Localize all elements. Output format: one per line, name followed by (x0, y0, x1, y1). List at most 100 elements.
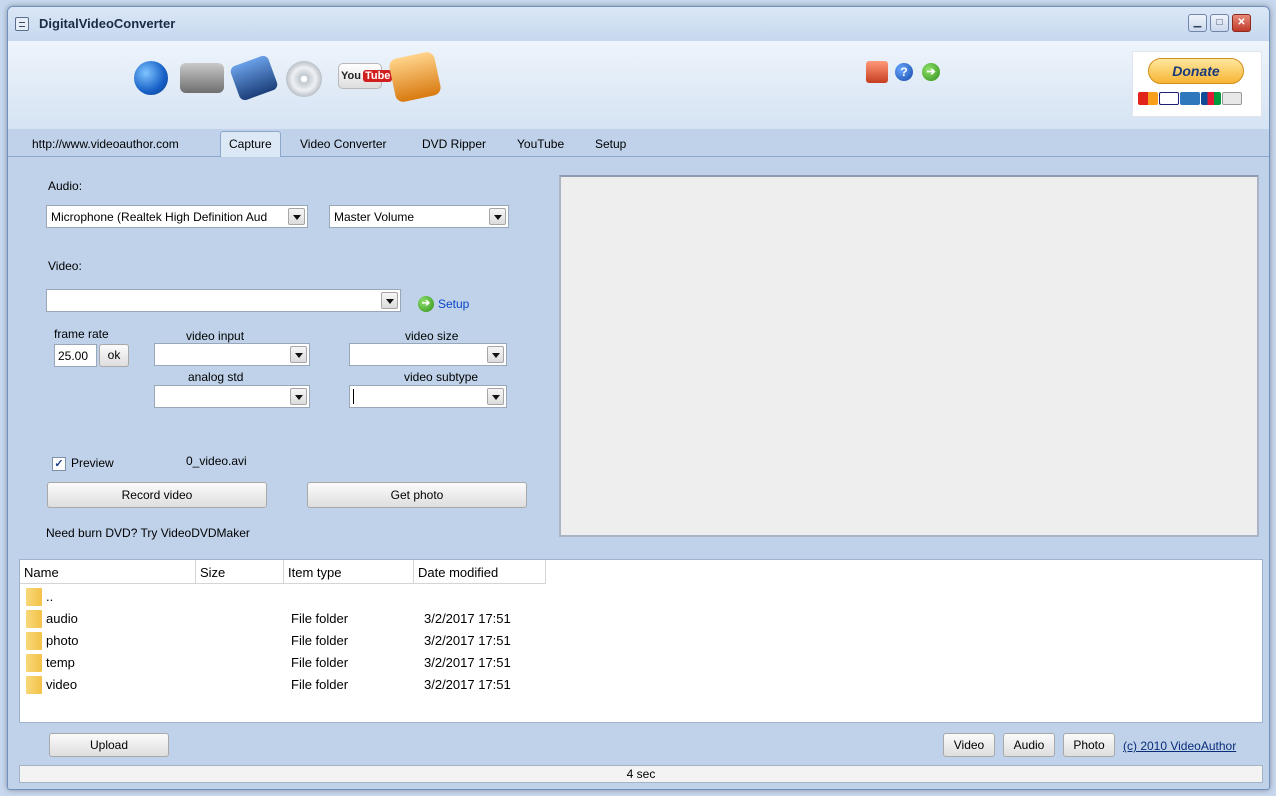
amex-icon (1180, 92, 1200, 105)
chevron-down-icon[interactable] (487, 388, 504, 405)
file-name: .. (46, 589, 54, 604)
youtube-icon[interactable]: You Tube (338, 63, 393, 89)
record-video-button[interactable]: Record video (47, 482, 267, 508)
tab-dvd-ripper[interactable]: DVD Ripper (422, 137, 486, 151)
home-icon[interactable] (866, 61, 888, 83)
chevron-down-icon[interactable] (489, 208, 506, 225)
donate-panel: Donate (1132, 51, 1262, 117)
folder-icon (26, 610, 42, 628)
youtube-tube-text: Tube (362, 70, 393, 82)
file-name: audio (46, 611, 78, 626)
setup-link-label: Setup (438, 297, 470, 311)
frame-rate-ok-button[interactable]: ok (99, 344, 129, 367)
tab-video-converter[interactable]: Video Converter (300, 137, 387, 151)
file-date: 3/2/2017 17:51 (424, 611, 511, 626)
frame-rate-input[interactable]: 25.00 (54, 344, 97, 367)
chevron-down-icon[interactable] (290, 388, 307, 405)
visa-icon (1159, 92, 1179, 105)
filter-photo-button[interactable]: Photo (1063, 733, 1115, 757)
video-subtype-select[interactable] (349, 385, 507, 408)
copyright-link[interactable]: (c) 2010 VideoAuthor (1123, 739, 1236, 753)
file-name: video (46, 677, 78, 692)
table-row[interactable]: photo File folder 3/2/2017 17:51 (20, 630, 1262, 652)
frame-rate-label: frame rate (54, 327, 109, 341)
column-header-item-type[interactable]: Item type (284, 560, 414, 584)
table-row[interactable]: video File folder 3/2/2017 17:51 (20, 674, 1262, 696)
video-preview-area (559, 175, 1259, 537)
title-bar: DigitalVideoConverter ▁ □ ✕ (8, 7, 1269, 41)
file-type: File folder (291, 633, 349, 648)
video-label: Video: (48, 259, 82, 273)
donate-button[interactable]: Donate (1148, 58, 1244, 84)
globe-icon[interactable] (134, 61, 168, 95)
mastercard-icon (1138, 92, 1158, 105)
video-camera-icon[interactable] (180, 63, 224, 93)
audio-device-select[interactable]: Microphone (Realtek High Definition Aud (46, 205, 308, 228)
file-type: File folder (291, 677, 349, 692)
analog-std-select[interactable] (154, 385, 310, 408)
file-type: File folder (291, 655, 349, 670)
help-icon[interactable]: ? (895, 63, 913, 81)
output-filename: 0_video.avi (186, 454, 247, 468)
analog-std-label: analog std (188, 370, 244, 384)
toolbar-banner: You Tube ? ➔ Donate (8, 41, 1269, 129)
tab-capture[interactable]: Capture (220, 131, 281, 157)
next-icon[interactable]: ➔ (922, 63, 940, 81)
app-window: DigitalVideoConverter ▁ □ ✕ You Tube ? ➔ … (7, 6, 1270, 790)
file-type: File folder (291, 611, 349, 626)
chevron-down-icon[interactable] (381, 292, 398, 309)
tab-bar: http://www.videoauthor.com Capture Video… (8, 129, 1269, 157)
status-bar: 4 sec (19, 765, 1263, 783)
filter-audio-button[interactable]: Audio (1003, 733, 1055, 757)
video-subtype-label: video subtype (404, 370, 479, 384)
maximize-button[interactable]: □ (1210, 14, 1229, 32)
app-menu-icon[interactable] (15, 17, 29, 31)
audio-mixer-select[interactable]: Master Volume (329, 205, 509, 228)
youtube-you-text: You (341, 70, 361, 82)
convert-icon[interactable] (387, 50, 443, 104)
audio-device-value: Microphone (Realtek High Definition Aud (51, 210, 268, 224)
payment-cards (1138, 92, 1258, 106)
file-name: photo (46, 633, 79, 648)
video-input-select[interactable] (154, 343, 310, 366)
folder-icon (26, 654, 42, 672)
folder-icon (26, 588, 42, 606)
tab-youtube[interactable]: YouTube (517, 137, 564, 151)
video-input-label: video input (186, 329, 245, 343)
jcb-icon (1201, 92, 1221, 105)
burn-dvd-hint[interactable]: Need burn DVD? Try VideoDVDMaker (46, 526, 250, 540)
audio-label: Audio: (48, 179, 83, 193)
tab-setup[interactable]: Setup (595, 137, 626, 151)
file-date: 3/2/2017 17:51 (424, 655, 511, 670)
filter-video-button[interactable]: Video (943, 733, 995, 757)
video-device-select[interactable] (46, 289, 401, 312)
column-header-size[interactable]: Size (196, 560, 284, 584)
chevron-down-icon[interactable] (288, 208, 305, 225)
disc-icon[interactable] (286, 61, 322, 97)
preview-checkbox[interactable]: ✓ (52, 457, 66, 471)
video-size-select[interactable] (349, 343, 507, 366)
upload-button[interactable]: Upload (49, 733, 169, 757)
minimize-button[interactable]: ▁ (1188, 14, 1207, 32)
tab-website[interactable]: http://www.videoauthor.com (32, 137, 179, 151)
film-icon[interactable] (229, 54, 279, 102)
chevron-down-icon[interactable] (290, 346, 307, 363)
folder-icon (26, 632, 42, 650)
file-name: temp (46, 655, 75, 670)
close-button[interactable]: ✕ (1232, 14, 1251, 32)
table-row[interactable]: .. (20, 586, 1262, 608)
folder-icon (26, 676, 42, 694)
column-header-date-modified[interactable]: Date modified (414, 560, 546, 584)
table-row[interactable]: audio File folder 3/2/2017 17:51 (20, 608, 1262, 630)
file-date: 3/2/2017 17:51 (424, 677, 511, 692)
arrow-right-icon: ➔ (418, 296, 434, 312)
video-size-label: video size (405, 329, 459, 343)
window-title: DigitalVideoConverter (39, 16, 176, 31)
bank-icon (1222, 92, 1242, 105)
column-header-name[interactable]: Name (20, 560, 196, 584)
file-list[interactable]: Name Size Item type Date modified .. aud… (19, 559, 1263, 723)
file-date: 3/2/2017 17:51 (424, 633, 511, 648)
get-photo-button[interactable]: Get photo (307, 482, 527, 508)
table-row[interactable]: temp File folder 3/2/2017 17:51 (20, 652, 1262, 674)
chevron-down-icon[interactable] (487, 346, 504, 363)
